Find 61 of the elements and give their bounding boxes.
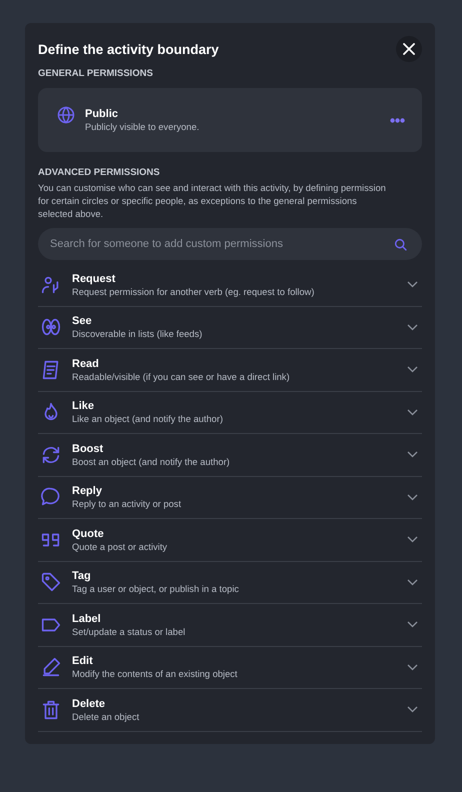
permission-title: Label	[72, 612, 102, 625]
chevron-down-icon[interactable]	[407, 536, 418, 544]
permission-row[interactable]: Quote Quote a post or activity	[38, 519, 422, 562]
option-description: Publicly visible to everyone.	[85, 122, 200, 132]
permission-row[interactable]: Edit Modify the contents of an existing object	[38, 646, 422, 689]
search-input[interactable]: Search for someone to add custom permissions	[48, 237, 394, 251]
chevron-down-icon[interactable]	[407, 366, 418, 374]
permission-description: Boost an object (and notify the author)	[72, 456, 231, 467]
permission-description: Request permission for another verb (eg. request to follow)	[72, 286, 316, 297]
permission-description: Tag a user or object, or publish in a topic	[72, 584, 240, 594]
permission-row[interactable]: Boost Boost an object (and notify the author)	[38, 434, 422, 476]
chevron-down-icon[interactable]	[407, 706, 418, 714]
permission-description: Modify the contents of an existing object	[72, 669, 238, 680]
close-icon	[403, 43, 415, 55]
pencil-icon	[40, 656, 62, 678]
dialog-title: Define the activity boundary	[38, 42, 219, 56]
permission-row[interactable]: See Discoverable in lists (like feeds)	[38, 306, 422, 349]
permission-title: Boost	[72, 442, 104, 455]
permission-description: Discoverable in lists (like feeds)	[72, 329, 204, 340]
close-button[interactable]	[396, 36, 422, 62]
chevron-down-icon[interactable]	[407, 281, 418, 288]
section-description: You can customise who can see and interact with this activity, by defining permission for certain circles or specific people, as exceptions to the general permissions selected above.	[38, 182, 387, 221]
search-field[interactable]: Search for someone to add custom permissions	[38, 228, 422, 260]
more-icon[interactable]	[390, 118, 405, 122]
tag-icon	[40, 571, 62, 594]
permission-title: Request	[72, 272, 116, 285]
permission-description: Like an object (and notify the author)	[72, 414, 224, 424]
permission-row[interactable]: Read Readable/visible (if you can see or have a direct link)	[38, 349, 422, 392]
permission-row[interactable]: Delete Delete an object	[38, 689, 422, 732]
chevron-down-icon[interactable]	[407, 578, 418, 586]
permission-title: Edit	[72, 655, 94, 668]
permission-description: Delete an object	[72, 712, 140, 722]
section-heading: ADVANCED PERMISSIONS	[38, 167, 161, 178]
permission-title: See	[72, 315, 93, 328]
trash-icon	[40, 698, 62, 721]
permission-row[interactable]: Tag Tag a user or object, or publish in a topic	[38, 562, 422, 604]
permission-title: Read	[72, 358, 100, 370]
permission-title: Tag	[72, 570, 92, 582]
search-icon	[394, 238, 407, 250]
chevron-down-icon[interactable]	[407, 664, 418, 671]
permission-title: Quote	[72, 528, 105, 540]
permission-description: Set/update a status or label	[72, 626, 186, 637]
permission-description: Reply to an activity or post	[72, 499, 182, 510]
chevron-down-icon[interactable]	[407, 451, 418, 458]
permission-title: Reply	[72, 485, 103, 498]
section-heading: GENERAL PERMISSIONS	[38, 68, 154, 79]
permission-row[interactable]: Like Like an object (and notify the author)	[38, 392, 422, 434]
chevron-down-icon[interactable]	[407, 408, 418, 416]
chevron-down-icon[interactable]	[407, 621, 418, 628]
permission-row[interactable]: Label Set/update a status or label	[38, 604, 422, 646]
permission-description: Quote a post or activity	[72, 542, 168, 552]
option-title: Public	[85, 108, 120, 120]
general-permission-card[interactable]: Public Publicly visible to everyone.	[38, 88, 422, 152]
chevron-down-icon[interactable]	[407, 494, 418, 501]
permission-title: Delete	[72, 698, 106, 710]
permission-row[interactable]: Request Request permission for another verb (eg. request to follow)	[38, 264, 422, 306]
permission-description: Readable/visible (if you can see or have a direct link)	[72, 372, 291, 382]
chevron-down-icon[interactable]	[407, 324, 418, 331]
permission-row[interactable]: Reply Reply to an activity or post	[38, 476, 422, 519]
globe-icon	[57, 106, 75, 124]
permission-title: Like	[72, 400, 96, 412]
